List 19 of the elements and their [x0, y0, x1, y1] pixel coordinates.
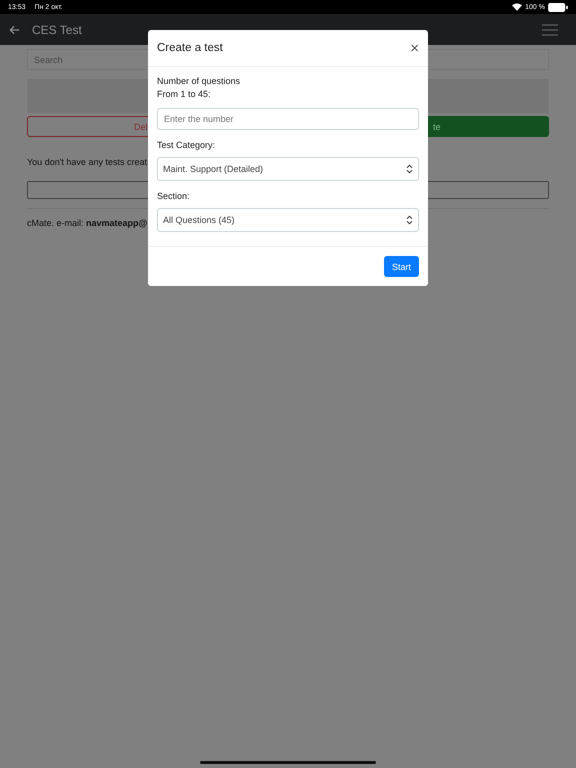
battery-icon — [548, 2, 568, 12]
number-input[interactable]: Enter the number — [157, 108, 419, 130]
select-field[interactable]: All Questions (45) — [157, 208, 419, 232]
wifi-icon — [512, 3, 522, 11]
chevron-icon — [406, 215, 413, 225]
chevron-icon — [406, 164, 413, 174]
start-button[interactable]: Start — [384, 256, 419, 277]
field-label: Number of questions — [157, 75, 242, 88]
menu-icon[interactable] — [542, 24, 558, 36]
close-button[interactable]: × — [410, 40, 419, 56]
back-arrow-icon[interactable] — [9, 24, 20, 34]
dialog-title: Create a test — [157, 42, 223, 54]
field-label: Test Category: — [157, 139, 216, 152]
empty-message: You don't have any tests creat — [27, 157, 148, 167]
footer-text: cMate. e-mail: navmateapp@ — [27, 218, 148, 228]
field-label: Section: — [157, 190, 191, 203]
nav-title: CES Test — [32, 22, 82, 36]
field-label: From 1 to 45: — [157, 88, 212, 101]
select-field[interactable]: Maint. Support (Detailed) — [157, 157, 419, 181]
